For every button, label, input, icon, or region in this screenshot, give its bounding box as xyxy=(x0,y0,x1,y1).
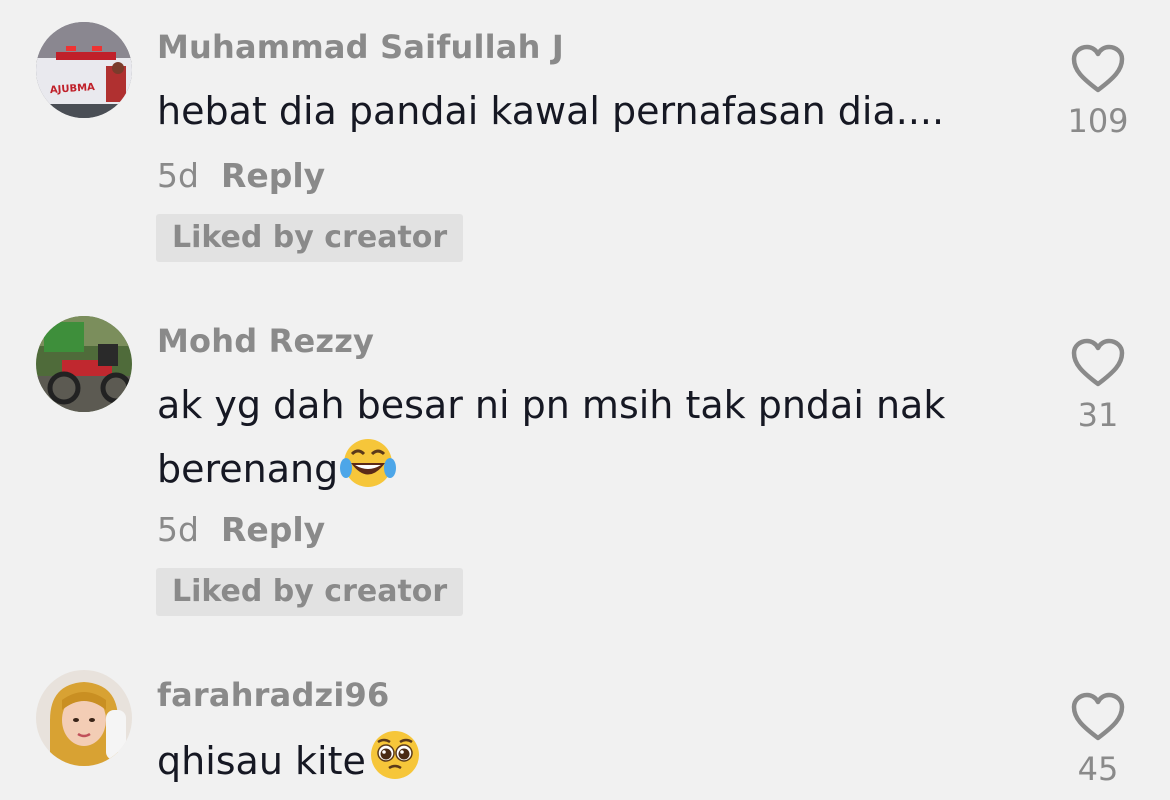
comment-text: qhisau kite xyxy=(157,728,997,800)
reply-button[interactable]: Reply xyxy=(221,156,325,195)
heart-outline-icon xyxy=(1071,692,1125,741)
comment-item: AJUBMA Muhammad Saifullah J hebat dia pa… xyxy=(0,0,1170,290)
reply-button[interactable]: Reply xyxy=(221,510,325,549)
comment-username[interactable]: Muhammad Saifullah J xyxy=(157,28,564,66)
comment-username[interactable]: Mohd Rezzy xyxy=(157,322,374,360)
pleading-face-emoji xyxy=(368,728,422,800)
liked-by-creator-badge: Liked by creator xyxy=(156,568,464,616)
like-button[interactable]: 31 xyxy=(1063,338,1133,434)
comment-text: hebat dia pandai kawal pernafasan dia...… xyxy=(157,80,997,142)
comment-text: ak yg dah besar ni pn msih tak pndai nak… xyxy=(157,374,997,508)
comment-username[interactable]: farahradzi96 xyxy=(157,676,389,714)
comment-text-line: berenang xyxy=(157,447,339,491)
like-count: 45 xyxy=(1077,750,1119,788)
like-count: 109 xyxy=(1067,102,1129,140)
comment-text-line: qhisau kite xyxy=(157,739,366,783)
comment-meta: 5d Reply xyxy=(157,510,325,549)
tears-of-joy-emoji xyxy=(340,436,397,508)
comment-text-line: ak yg dah besar ni pn msih tak pndai nak xyxy=(157,383,946,427)
heart-outline-icon xyxy=(1071,338,1125,387)
like-button[interactable]: 45 xyxy=(1063,692,1133,788)
comment-text-line-wrap: berenang xyxy=(157,436,997,508)
comment-meta: 5d Reply xyxy=(157,156,325,195)
comment-text-line: hebat dia pandai kawal pernafasan dia...… xyxy=(157,89,945,133)
avatar[interactable] xyxy=(36,670,132,766)
avatar[interactable] xyxy=(36,316,132,412)
like-button[interactable]: 109 xyxy=(1063,44,1133,140)
like-count: 31 xyxy=(1077,396,1119,434)
liked-by-creator-badge: Liked by creator xyxy=(156,214,464,262)
heart-outline-icon xyxy=(1071,44,1125,93)
avatar[interactable]: AJUBMA xyxy=(36,22,132,118)
comment-time: 5d xyxy=(157,510,199,549)
comment-time: 5d xyxy=(157,156,199,195)
